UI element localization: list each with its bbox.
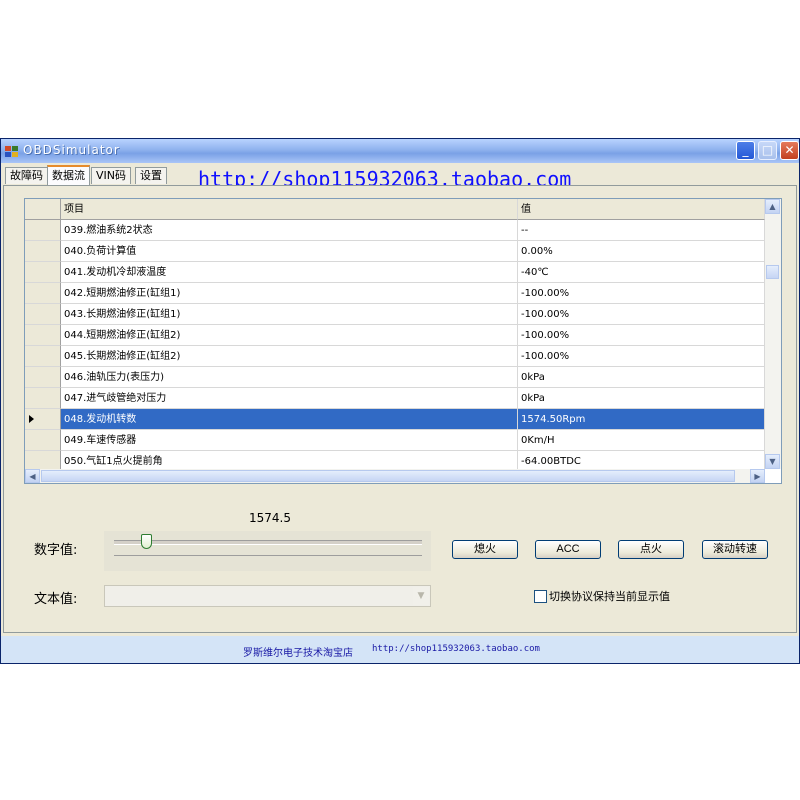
value-cell[interactable]: 0kPa	[518, 367, 765, 388]
row-header[interactable]	[25, 346, 61, 367]
tab-settings[interactable]: 设置	[135, 167, 167, 184]
value-cell[interactable]: -100.00%	[518, 283, 765, 304]
scroll-down-icon[interactable]: ▼	[765, 454, 780, 469]
item-cell[interactable]: 043.长期燃油修正(缸组1)	[61, 304, 518, 325]
tab-data-stream[interactable]: 数据流	[47, 165, 90, 185]
vertical-scrollbar[interactable]: ▲ ▼	[765, 199, 781, 469]
app-window: OBDSimulator _ □ ✕ 故障码 数据流 VIN码 设置 http:…	[0, 138, 800, 664]
row-header[interactable]	[25, 367, 61, 388]
tab-fault-codes[interactable]: 故障码	[5, 167, 48, 184]
scroll-up-icon[interactable]: ▲	[765, 199, 780, 214]
vertical-scroll-thumb[interactable]	[766, 265, 779, 279]
item-cell[interactable]: 050.气缸1点火提前角	[61, 451, 518, 469]
chevron-down-icon[interactable]: ▼	[413, 587, 429, 605]
row-header[interactable]	[25, 283, 61, 304]
horizontal-scrollbar[interactable]: ◀ ▶	[25, 469, 765, 483]
row-header[interactable]	[25, 220, 61, 241]
table-row[interactable]: 046.油轨压力(表压力) 0kPa	[25, 367, 765, 388]
value-cell[interactable]: -100.00%	[518, 304, 765, 325]
slider-tick-line	[114, 555, 422, 556]
table-row[interactable]: 047.进气歧管绝对压力 0kPa	[25, 388, 765, 409]
item-cell[interactable]: 045.长期燃油修正(缸组2)	[61, 346, 518, 367]
item-cell[interactable]: 047.进气歧管绝对压力	[61, 388, 518, 409]
window-title: OBDSimulator	[23, 143, 120, 157]
text-value-dropdown[interactable]: ▼	[104, 585, 431, 607]
row-header[interactable]	[25, 409, 61, 430]
item-cell[interactable]: 049.车速传感器	[61, 430, 518, 451]
item-cell[interactable]: 041.发动机冷却液温度	[61, 262, 518, 283]
value-cell[interactable]: -40℃	[518, 262, 765, 283]
item-cell[interactable]: 046.油轨压力(表压力)	[61, 367, 518, 388]
row-header[interactable]	[25, 262, 61, 283]
keep-value-checkbox[interactable]	[534, 590, 547, 603]
value-cell[interactable]: -100.00%	[518, 346, 765, 367]
footer-url[interactable]: http://shop115932063.taobao.com	[372, 644, 540, 654]
item-cell[interactable]: 044.短期燃油修正(缸组2)	[61, 325, 518, 346]
item-cell[interactable]: 039.燃油系统2状态	[61, 220, 518, 241]
rolling-speed-button[interactable]: 滚动转速	[702, 540, 768, 559]
row-header[interactable]	[25, 304, 61, 325]
value-cell[interactable]: 0.00%	[518, 241, 765, 262]
item-cell[interactable]: 040.负荷计算值	[61, 241, 518, 262]
table-row[interactable]: 041.发动机冷却液温度 -40℃	[25, 262, 765, 283]
value-cell[interactable]: 1574.50Rpm	[518, 409, 765, 430]
title-bar[interactable]: OBDSimulator _ □ ✕	[1, 139, 799, 163]
table-row[interactable]: 045.长期燃油修正(缸组2) -100.00%	[25, 346, 765, 367]
table-row[interactable]: 040.负荷计算值 0.00%	[25, 241, 765, 262]
tab-vin[interactable]: VIN码	[91, 167, 131, 184]
item-cell[interactable]: 048.发动机转数	[61, 409, 518, 430]
table-row[interactable]: 050.气缸1点火提前角 -64.00BTDC	[25, 451, 765, 469]
app-icon	[5, 146, 18, 157]
row-header[interactable]	[25, 241, 61, 262]
row-header[interactable]	[25, 325, 61, 346]
minimize-button[interactable]: _	[736, 141, 755, 160]
value-cell[interactable]: 0Km/H	[518, 430, 765, 451]
table-row[interactable]: 042.短期燃油修正(缸组1) -100.00%	[25, 283, 765, 304]
close-button[interactable]: ✕	[780, 141, 799, 160]
scroll-right-icon[interactable]: ▶	[750, 469, 765, 483]
grid-body: 项目 值 039.燃油系统2状态 -- 040.负荷计算值 0.00% 041.发动机冷…	[25, 199, 765, 469]
scroll-left-icon[interactable]: ◀	[25, 469, 40, 483]
row-header[interactable]	[25, 430, 61, 451]
maximize-button[interactable]: □	[758, 141, 777, 160]
value-cell[interactable]: 0kPa	[518, 388, 765, 409]
footer-bar: 罗斯维尔电子技术淘宝店 http://shop115932063.taobao.…	[1, 636, 799, 663]
numeric-value-label: 数字值:	[34, 543, 78, 558]
slider-track[interactable]	[114, 540, 422, 545]
value-cell[interactable]: --	[518, 220, 765, 241]
current-row-arrow-icon	[29, 415, 34, 423]
item-cell[interactable]: 042.短期燃油修正(缸组1)	[61, 283, 518, 304]
value-cell[interactable]: -100.00%	[518, 325, 765, 346]
column-header-item[interactable]: 项目	[61, 199, 518, 220]
acc-button[interactable]: ACC	[535, 540, 601, 559]
table-row[interactable]: 048.发动机转数 1574.50Rpm	[25, 409, 765, 430]
table-row[interactable]: 043.长期燃油修正(缸组1) -100.00%	[25, 304, 765, 325]
column-header-value[interactable]: 值	[518, 199, 765, 220]
ignition-on-button[interactable]: 点火	[618, 540, 684, 559]
ignition-off-button[interactable]: 熄火	[452, 540, 518, 559]
horizontal-scroll-thumb[interactable]	[41, 470, 735, 482]
footer-shop-name: 罗斯维尔电子技术淘宝店	[243, 648, 353, 659]
keep-value-checkbox-label[interactable]: 切换协议保持当前显示值	[549, 588, 670, 604]
row-header-corner	[25, 199, 61, 220]
numeric-value-slider[interactable]	[104, 531, 431, 571]
table-row[interactable]: 049.车速传感器 0Km/H	[25, 430, 765, 451]
table-row[interactable]: 039.燃油系统2状态 --	[25, 220, 765, 241]
slider-value-readout: 1574.5	[249, 511, 291, 525]
text-value-label: 文本值:	[34, 592, 78, 607]
grid-header-row: 项目 值	[25, 199, 765, 220]
slider-thumb[interactable]	[140, 534, 152, 549]
table-row[interactable]: 044.短期燃油修正(缸组2) -100.00%	[25, 325, 765, 346]
value-cell[interactable]: -64.00BTDC	[518, 451, 765, 469]
row-header[interactable]	[25, 388, 61, 409]
row-header[interactable]	[25, 451, 61, 469]
data-grid: 项目 值 039.燃油系统2状态 -- 040.负荷计算值 0.00% 041.发动机冷…	[24, 198, 782, 484]
